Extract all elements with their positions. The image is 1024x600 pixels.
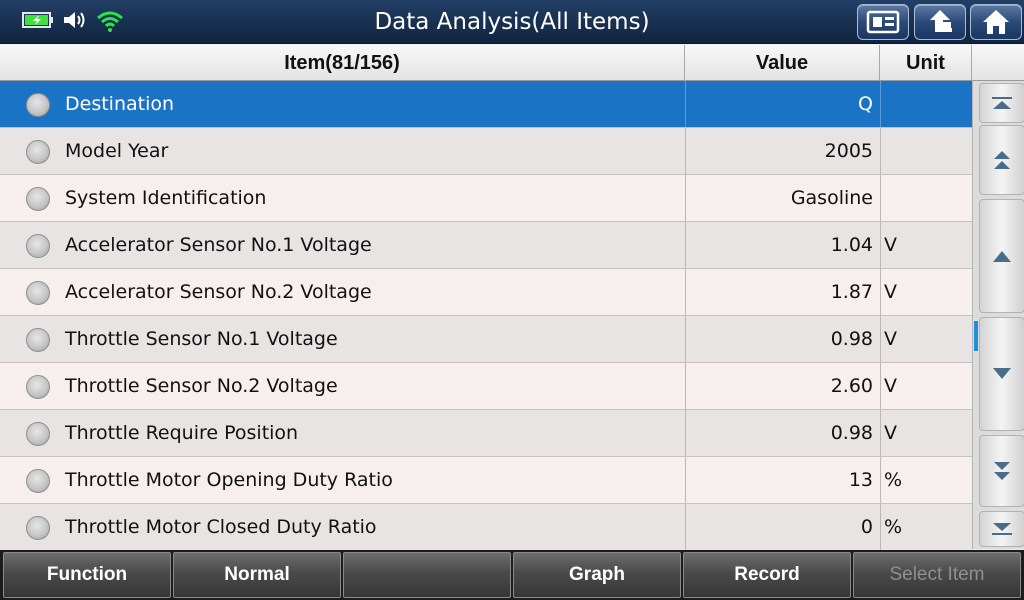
- item-value: 2.60: [685, 363, 880, 409]
- back-button[interactable]: [914, 4, 966, 40]
- item-unit: %: [880, 504, 972, 550]
- scroll-up-icon: [993, 251, 1011, 262]
- item-name: Model Year: [65, 140, 169, 162]
- radio-icon[interactable]: [26, 422, 50, 446]
- table-row[interactable]: Accelerator Sensor No.1 Voltage 1.04 V: [0, 222, 972, 269]
- scroll-panel: [972, 81, 1024, 549]
- table-row[interactable]: Destination Q: [0, 81, 972, 128]
- report-icon: [866, 10, 900, 34]
- item-value: 2005: [685, 128, 880, 174]
- item-name: Accelerator Sensor No.1 Voltage: [65, 234, 372, 256]
- radio-icon[interactable]: [26, 187, 50, 211]
- item-name: Throttle Motor Opening Duty Ratio: [65, 469, 393, 491]
- table-row[interactable]: System Identification Gasoline: [0, 175, 972, 222]
- item-unit: %: [880, 457, 972, 503]
- item-unit: [880, 175, 972, 221]
- function-button[interactable]: Function: [3, 552, 171, 598]
- item-unit: V: [880, 269, 972, 315]
- page-up-icon: [994, 151, 1010, 169]
- scroll-bottom-button[interactable]: [979, 511, 1024, 547]
- table-header: Item(81/156) Value Unit: [0, 45, 1024, 81]
- table-row[interactable]: Throttle Sensor No.1 Voltage 0.98 V: [0, 316, 972, 363]
- scroll-position-indicator: [974, 321, 978, 351]
- home-icon: [983, 10, 1009, 34]
- table-row[interactable]: Throttle Motor Closed Duty Ratio 0 %: [0, 504, 972, 551]
- scroll-top-icon: [992, 97, 1012, 109]
- column-header-item[interactable]: Item(81/156): [0, 45, 685, 81]
- scroll-top-button[interactable]: [979, 83, 1024, 123]
- home-button[interactable]: [970, 4, 1022, 40]
- table-row[interactable]: Throttle Sensor No.2 Voltage 2.60 V: [0, 363, 972, 410]
- item-name: Throttle Sensor No.1 Voltage: [65, 328, 338, 350]
- item-unit: V: [880, 410, 972, 456]
- table-row[interactable]: Accelerator Sensor No.2 Voltage 1.87 V: [0, 269, 972, 316]
- item-name: Throttle Sensor No.2 Voltage: [65, 375, 338, 397]
- item-unit: V: [880, 222, 972, 268]
- item-name: Throttle Motor Closed Duty Ratio: [65, 516, 377, 538]
- scroll-bottom-icon: [992, 523, 1012, 535]
- item-value: 1.87: [685, 269, 880, 315]
- data-table: Destination Q Model Year 2005 System Ide…: [0, 81, 972, 551]
- item-value: Q: [685, 81, 880, 127]
- bottom-toolbar: Function Normal Graph Record Select Item: [0, 550, 1024, 600]
- select-item-button[interactable]: Select Item: [853, 552, 1021, 598]
- table-row[interactable]: Model Year 2005: [0, 128, 972, 175]
- item-value: 0.98: [685, 316, 880, 362]
- item-name: Accelerator Sensor No.2 Voltage: [65, 281, 372, 303]
- record-button[interactable]: Record: [683, 552, 851, 598]
- radio-icon[interactable]: [26, 93, 50, 117]
- item-unit: [880, 81, 972, 127]
- item-name: Destination: [65, 93, 175, 115]
- scroll-down-button[interactable]: [979, 317, 1024, 431]
- scroll-down-icon: [993, 368, 1011, 379]
- item-value: 13: [685, 457, 880, 503]
- item-value: 1.04: [685, 222, 880, 268]
- radio-icon[interactable]: [26, 375, 50, 399]
- back-arrow-icon: [930, 10, 952, 32]
- item-value: 0.98: [685, 410, 880, 456]
- item-unit: [880, 128, 972, 174]
- radio-icon[interactable]: [26, 469, 50, 493]
- item-value: Gasoline: [685, 175, 880, 221]
- empty-toolbar-button[interactable]: [343, 552, 511, 598]
- item-unit: V: [880, 363, 972, 409]
- item-name: Throttle Require Position: [65, 422, 299, 444]
- column-header-value: Value: [685, 45, 880, 81]
- radio-icon[interactable]: [26, 234, 50, 258]
- graph-button[interactable]: Graph: [513, 552, 681, 598]
- item-value: 0: [685, 504, 880, 550]
- table-row[interactable]: Throttle Motor Opening Duty Ratio 13 %: [0, 457, 972, 504]
- item-name: System Identification: [65, 187, 267, 209]
- radio-icon[interactable]: [26, 140, 50, 164]
- column-header-unit: Unit: [880, 45, 972, 81]
- radio-icon[interactable]: [26, 281, 50, 305]
- item-unit: V: [880, 316, 972, 362]
- title-bar: Data Analysis(All Items): [0, 0, 1024, 44]
- radio-icon[interactable]: [26, 328, 50, 352]
- normal-button[interactable]: Normal: [173, 552, 341, 598]
- radio-icon[interactable]: [26, 516, 50, 540]
- column-header-scroll: [972, 45, 1024, 81]
- page-down-icon: [994, 462, 1010, 480]
- report-button[interactable]: [857, 4, 909, 40]
- page-up-button[interactable]: [979, 125, 1024, 195]
- table-row[interactable]: Throttle Require Position 0.98 V: [0, 410, 972, 457]
- page-down-button[interactable]: [979, 435, 1024, 507]
- scroll-up-button[interactable]: [979, 199, 1024, 313]
